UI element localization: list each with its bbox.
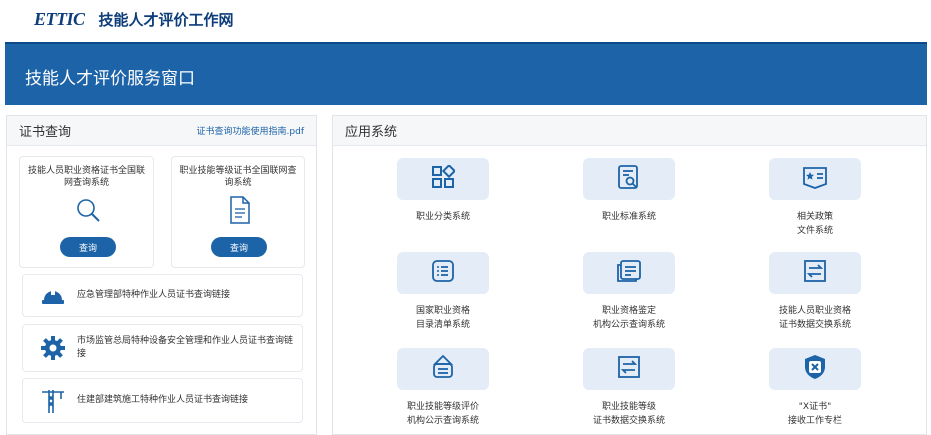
x-cert-icon [803, 354, 827, 384]
policy-book-icon [802, 165, 828, 193]
top-header: ETTIC 技能人才评价工作网 [0, 0, 931, 38]
link-housing-construction-cert[interactable]: 住建部建筑施工特种作业人员证书查询链接 [22, 378, 303, 423]
app-label: 职业标准系统 [601, 212, 656, 222]
standard-doc-icon [617, 164, 641, 194]
apps-panel-header: 应用系统 [333, 116, 926, 146]
cert-card-vocational: 技能人员职业资格证书全国联网查询系统 查询 [19, 156, 154, 268]
document-icon [229, 196, 251, 228]
link-label: 应急管理部特种作业人员证书查询链接 [77, 290, 231, 300]
app-tile-occupation-classification[interactable] [397, 158, 489, 200]
cert-panel-header: 证书查询 证书查询功能使用指南.pdf [7, 116, 316, 146]
cert-panel-title: 证书查询 [19, 125, 72, 140]
query-button-skill-level[interactable]: 查询 [211, 237, 267, 257]
app-label: 职业技能等级评价 机构公示查询系统 [406, 402, 479, 426]
search-icon [75, 197, 101, 227]
app-label: 职业技能等级 证书数据交换系统 [592, 402, 665, 426]
cert-card-skill-level: 职业技能等级证书全国联网查询系统 查询 [171, 156, 305, 268]
list-icon [431, 259, 455, 287]
helmet-icon [41, 284, 65, 308]
signboard-icon [431, 354, 455, 384]
app-label: 职业资格鉴定 机构公示查询系统 [592, 306, 665, 330]
apps-panel: 应用系统 职业分类系统 职业标准系统 相关政策 文件系统 国家职业资格 目录清单系统… [332, 115, 927, 435]
category-icon [431, 163, 457, 193]
app-tile-policy-documents[interactable] [769, 158, 861, 200]
app-tile-skill-level-cert-data-exchange[interactable] [583, 348, 675, 390]
cert-card-title: 职业技能等级证书全国联网查询系统 [179, 166, 297, 188]
app-label: 国家职业资格 目录清单系统 [415, 306, 470, 330]
link-emergency-cert[interactable]: 应急管理部特种作业人员证书查询链接 [22, 274, 303, 317]
cert-card-title: 技能人员职业资格证书全国联网查询系统 [27, 166, 145, 188]
app-label: 相关政策 文件系统 [796, 212, 833, 236]
banner: 技能人才评价服务窗口 [5, 42, 927, 105]
site-logo[interactable]: ETTIC [34, 9, 85, 30]
app-label: "X证书" 接收工作专栏 [787, 402, 842, 426]
cert-query-panel: 证书查询 证书查询功能使用指南.pdf 技能人员职业资格证书全国联网查询系统 查… [6, 115, 317, 435]
app-tile-skill-level-evaluation-agency[interactable] [397, 348, 489, 390]
exchange-icon [617, 355, 641, 383]
app-label: 职业分类系统 [415, 212, 470, 222]
crane-icon [41, 389, 65, 413]
app-tile-national-qualification-list[interactable] [397, 252, 489, 294]
site-title[interactable]: 技能人才评价工作网 [99, 9, 234, 30]
banner-title: 技能人才评价服务窗口 [25, 69, 195, 89]
link-market-supervision-cert[interactable]: 市场监管总局特种设备安全管理和作业人员证书查询链接 [22, 324, 303, 372]
app-tile-qualification-appraisal-agency[interactable] [583, 252, 675, 294]
exchange-icon [803, 259, 827, 287]
app-tile-occupation-standard[interactable] [583, 158, 675, 200]
apps-panel-title: 应用系统 [345, 125, 398, 140]
link-label: 住建部建筑施工特种作业人员证书查询链接 [77, 395, 249, 405]
query-button-vocational[interactable]: 查询 [60, 237, 116, 257]
link-label: 市场监管总局特种设备安全管理和作业人员证书查询链接 [77, 336, 294, 359]
cert-guide-link[interactable]: 证书查询功能使用指南.pdf [197, 124, 304, 137]
notice-icon [616, 259, 642, 287]
gear-icon [41, 336, 65, 360]
app-tile-vocational-cert-data-exchange[interactable] [769, 252, 861, 294]
app-tile-x-certificate-column[interactable] [769, 348, 861, 390]
app-label: 技能人员职业资格 证书数据交换系统 [778, 306, 851, 330]
